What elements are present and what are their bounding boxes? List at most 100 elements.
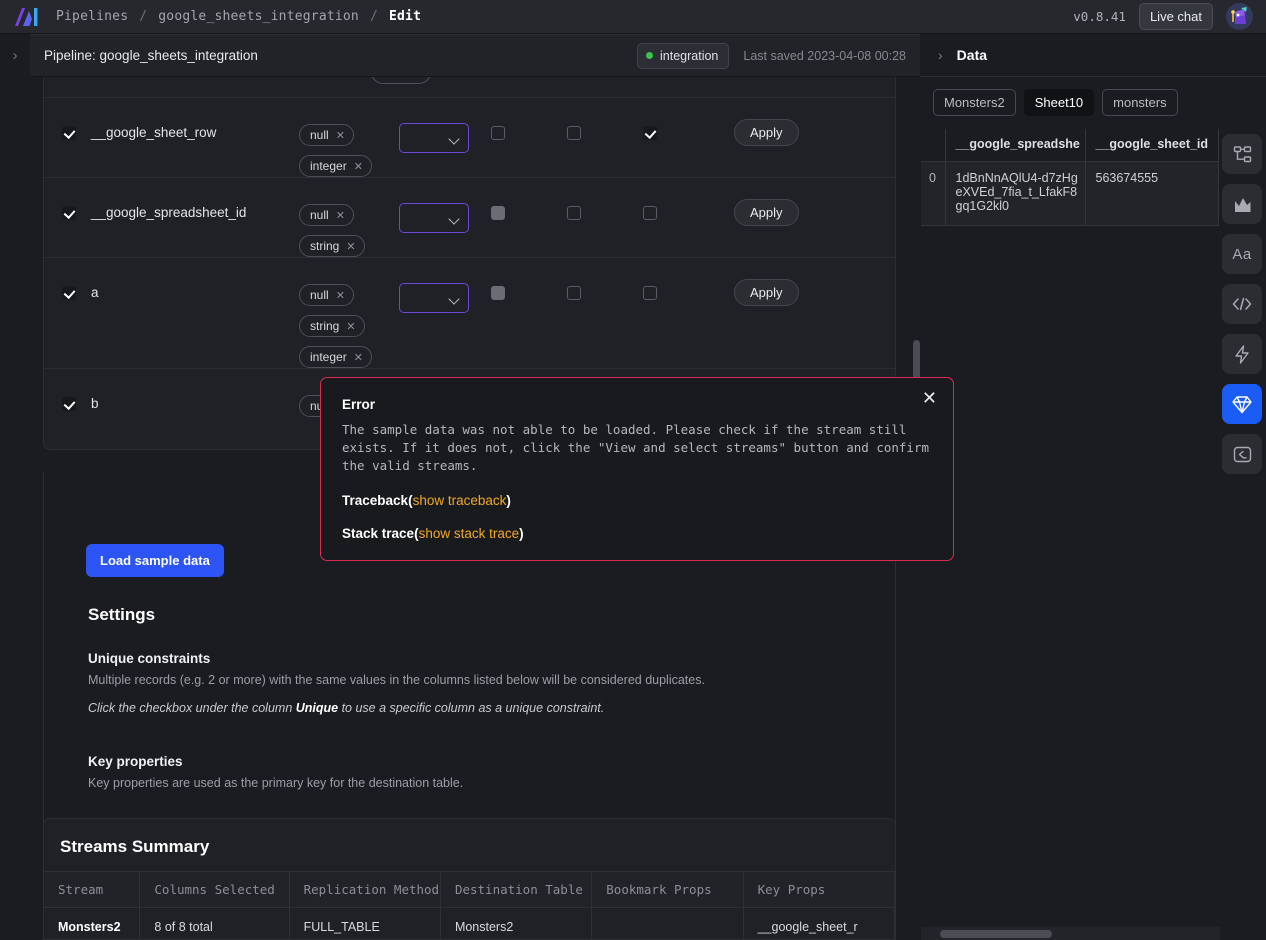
table-header-row: __google_spreadshe __google_sheet_id [921, 129, 1219, 162]
breadcrumb: Pipelines / google_sheets_integration / … [56, 9, 421, 24]
tree-hierarchy-icon[interactable] [1222, 134, 1262, 174]
apply-button[interactable]: Apply [734, 199, 799, 226]
table-row: 0 1dBnNnAQlU4-d7zHgeXVEd_7fia_t_LfakF8gq… [921, 161, 1219, 226]
apply-cell: Apply [734, 178, 895, 226]
stack-trace-label: Stack trace [342, 526, 415, 542]
pipeline-header: Pipeline: google_sheets_integration inte… [30, 34, 920, 77]
column-selected-checkbox[interactable] [62, 286, 76, 300]
stream-tabs: Monsters2 Sheet10 monsters [921, 77, 1266, 116]
close-icon[interactable]: ✕ [346, 240, 355, 253]
column-types: null ✕ string ✕ [299, 178, 399, 257]
th-stream: Stream [44, 871, 141, 908]
close-icon[interactable]: ✕ [336, 129, 345, 142]
streams-summary-title: Streams Summary [60, 837, 210, 856]
right-icon-rail: Aa [1222, 134, 1262, 474]
lightning-bolt-icon[interactable] [1222, 334, 1262, 374]
mage-logo-icon[interactable] [14, 7, 40, 27]
traceback-line: Traceback(show traceback) [342, 493, 931, 508]
type-chip[interactable]: null ✕ [299, 124, 354, 146]
show-traceback-link[interactable]: show traceback [413, 493, 507, 508]
terminal-icon[interactable] [1222, 434, 1262, 474]
sub-header: › Pipeline: google_sheets_integration in… [0, 34, 1266, 77]
unique-constraints-title: Unique constraints [88, 651, 211, 666]
top-bar-right-group: v0.8.41 Live chat [1073, 3, 1253, 30]
column-name: a [91, 285, 99, 300]
code-brackets-icon[interactable] [1222, 284, 1262, 324]
close-icon[interactable]: ✕ [354, 160, 363, 173]
column-format-select[interactable] [399, 123, 469, 153]
th-google-spreadsheet-id: __google_spreadshe [945, 129, 1086, 162]
column-name: __google_spreadsheet_id [91, 205, 247, 220]
key-property-cell [643, 178, 734, 220]
th-bookmark-props: Bookmark Props [591, 871, 744, 908]
type-chip-label: string [310, 319, 340, 333]
text-aa-icon[interactable]: Aa [1222, 234, 1262, 274]
close-icon[interactable]: ✕ [346, 320, 355, 333]
tab-sheet10[interactable]: Sheet10 [1023, 89, 1095, 116]
th-replication-method: Replication Method [289, 871, 441, 908]
close-icon[interactable]: ✕ [336, 209, 345, 222]
apply-button[interactable]: Apply [734, 119, 799, 146]
error-dialog-title: Error [342, 397, 376, 412]
apply-cell: Apply [734, 258, 895, 306]
chart-mountain-icon[interactable] [1222, 184, 1262, 224]
unique-checkbox[interactable] [491, 126, 505, 140]
load-sample-data-button[interactable]: Load sample data [86, 544, 224, 577]
table-row: Monsters2 8 of 8 total FULL_TABLE Monste… [44, 907, 895, 939]
bookmark-cell [567, 178, 643, 220]
breadcrumb-edit: Edit [388, 9, 422, 24]
partial-chip [371, 77, 431, 84]
key-property-checkbox[interactable] [643, 286, 657, 300]
th-columns-selected: Columns Selected [139, 871, 290, 908]
chevron-right-icon[interactable]: › [938, 47, 943, 63]
gem-diamond-icon[interactable] [1222, 384, 1262, 424]
breadcrumb-pipelines[interactable]: Pipelines [56, 9, 128, 24]
apply-button[interactable]: Apply [734, 279, 799, 306]
bookmark-checkbox[interactable] [567, 206, 581, 220]
column-selected-checkbox[interactable] [62, 206, 76, 220]
type-chip[interactable]: null ✕ [299, 284, 354, 306]
tab-monsters[interactable]: monsters [1102, 89, 1178, 116]
hint-bold: Unique [295, 701, 339, 715]
column-selected-checkbox[interactable] [62, 397, 76, 411]
column-format-select-cell [399, 258, 491, 313]
live-chat-button[interactable]: Live chat [1138, 3, 1213, 30]
cell-bookmark-props [591, 907, 744, 939]
type-chip[interactable]: string ✕ [299, 235, 365, 257]
scrollbar-thumb[interactable] [940, 930, 1052, 938]
data-panel-header: › Data [920, 34, 1266, 77]
key-property-checkbox[interactable] [643, 126, 657, 140]
column-format-select[interactable] [399, 203, 469, 233]
data-preview-table: __google_spreadshe __google_sheet_id 0 1… [921, 129, 1219, 226]
breadcrumb-pipeline-name[interactable]: google_sheets_integration [158, 9, 359, 24]
tab-monsters2[interactable]: Monsters2 [933, 89, 1016, 116]
avatar[interactable] [1226, 3, 1253, 30]
column-format-select[interactable] [399, 283, 469, 313]
breadcrumb-separator: / [369, 9, 378, 24]
text-aa-glyph: Aa [1232, 245, 1252, 263]
close-paren: ) [519, 526, 524, 542]
type-chip-label: string [310, 239, 340, 253]
stack-trace-line: Stack trace(show stack trace) [342, 526, 931, 541]
close-icon[interactable]: ✕ [922, 389, 937, 407]
bookmark-checkbox[interactable] [567, 286, 581, 300]
streams-summary-card: Streams Summary Stream Columns Selected … [43, 818, 896, 940]
type-chip[interactable]: null ✕ [299, 204, 354, 226]
integration-status-badge[interactable]: integration [637, 42, 730, 69]
type-chip[interactable]: string ✕ [299, 315, 365, 337]
key-property-checkbox[interactable] [643, 206, 657, 220]
cell-sheet-id: 563674555 [1085, 161, 1219, 226]
th-key-props: Key Props [743, 871, 895, 908]
show-stack-trace-link[interactable]: show stack trace [419, 526, 520, 541]
type-chip[interactable]: integer ✕ [299, 155, 372, 177]
sidebar-collapse-toggle[interactable]: › [0, 34, 30, 77]
type-chip[interactable]: integer ✕ [299, 346, 372, 368]
close-icon[interactable]: ✕ [354, 351, 363, 364]
close-icon[interactable]: ✕ [336, 289, 345, 302]
error-dialog: ✕ Error The sample data was not able to … [320, 377, 954, 561]
th-destination-table: Destination Table [440, 871, 593, 908]
column-selected-checkbox[interactable] [62, 126, 76, 140]
traceback-label: Traceback [342, 493, 409, 509]
bookmark-checkbox[interactable] [567, 126, 581, 140]
column-format-select-cell [399, 178, 491, 233]
